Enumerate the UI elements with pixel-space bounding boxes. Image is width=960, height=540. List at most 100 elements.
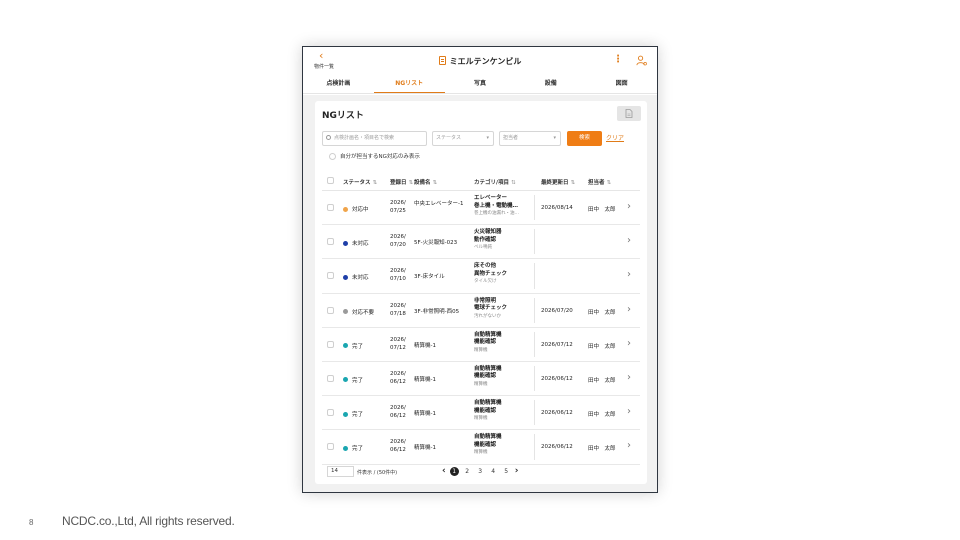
table-row[interactable]: 未対応 2026/07/20 5F-火災報知-023 火災報知器 動作確認 ベル鳴鈍…	[322, 225, 640, 260]
status-text: 完了	[352, 412, 364, 419]
item-note: 精算機	[474, 381, 488, 387]
divider	[534, 297, 535, 323]
assignee-name: 田中 太郎	[588, 412, 616, 419]
page-button-2[interactable]: 2	[463, 467, 472, 476]
status-dot	[343, 309, 348, 315]
status-badge: 未対応	[343, 239, 369, 247]
chevron-right-icon[interactable]: ›	[627, 269, 631, 280]
column-assignee[interactable]: 担当者 ⇅	[588, 178, 611, 186]
row-checkbox[interactable]	[327, 238, 334, 246]
date-year: 2026/	[390, 370, 406, 377]
column-equipment[interactable]: 設備名 ⇅	[414, 178, 437, 186]
assignee-name: 田中 太郎	[588, 309, 616, 316]
date-year: 2026/	[390, 405, 406, 412]
chevron-right-icon[interactable]: ›	[627, 406, 631, 417]
status-text: 完了	[352, 377, 364, 384]
column-status[interactable]: ステータス ⇅	[343, 178, 377, 186]
user-settings-icon[interactable]	[636, 55, 647, 66]
date-year: 2026/	[390, 268, 406, 275]
updated-date: 2026/07/12	[541, 341, 573, 348]
tab-drawings[interactable]: 図面	[586, 75, 657, 93]
table-row[interactable]: 対応中 2026/07/25 中央エレベーター-1 エレベーター 巻上機・電動機……	[322, 191, 640, 226]
sort-icon: ⇅	[432, 180, 438, 186]
search-icon	[326, 135, 331, 140]
chevron-right-icon[interactable]: ›	[627, 338, 631, 349]
table-row[interactable]: 完了 2026/06/12 精算機-1 自動精算機 機能確認 精算機 2026/06…	[322, 362, 640, 397]
tab-inspection-plan[interactable]: 点検計画	[303, 75, 374, 93]
select-all-checkbox[interactable]	[327, 177, 334, 184]
search-button[interactable]: 検索	[567, 131, 602, 146]
row-checkbox[interactable]	[327, 204, 334, 211]
assignee-select[interactable]: 担当者 ▾	[499, 131, 561, 146]
row-checkbox[interactable]	[327, 306, 334, 314]
ng-list-card: NGリスト 点検計画名・項目名で検索 ステータス ▾ 担当者 ▾ 検索 クリア …	[315, 101, 647, 484]
page-button-3[interactable]: 3	[476, 467, 485, 476]
row-checkbox[interactable]	[327, 340, 334, 348]
chevron-right-icon[interactable]: ›	[627, 235, 631, 246]
item-name: 機能確認	[474, 441, 497, 448]
category-name: 非常照明	[474, 297, 497, 304]
export-button[interactable]	[617, 106, 641, 121]
item-note: 精算機	[474, 450, 488, 456]
chevron-right-icon[interactable]: ›	[627, 440, 631, 451]
own-filter-label: 自分が担当するNG対応のみ表示	[340, 154, 420, 160]
copyright-text: NCDC.co.,Ltd, All rights reserved.	[62, 514, 235, 528]
row-checkbox[interactable]	[327, 272, 334, 280]
result-count: 件表示 / (50件中)	[357, 470, 398, 476]
row-checkbox[interactable]	[327, 374, 334, 382]
category-name: 自動精算機	[474, 365, 502, 372]
status-dot	[343, 206, 348, 212]
chevron-right-icon[interactable]: ›	[627, 201, 631, 212]
category-name: エレベーター	[474, 195, 508, 201]
page-button-1[interactable]: 1	[449, 466, 459, 476]
checkbox[interactable]	[329, 153, 336, 160]
page-button-5[interactable]: 5	[502, 467, 511, 476]
row-checkbox[interactable]	[327, 443, 334, 451]
more-vertical-icon[interactable]: ⋮	[613, 54, 623, 65]
table-row[interactable]: 未対応 2026/07/10 3F-床タイル 床その他 異物チェック タイル欠け ›	[322, 259, 640, 294]
table-row[interactable]: 完了 2026/06/12 精算機-1 自動精算機 機能確認 精算機 2026/06…	[322, 430, 640, 465]
page-button-4[interactable]: 4	[489, 467, 498, 476]
column-category-label: カテゴリ/項目	[474, 180, 510, 186]
chevron-right-icon[interactable]: ›	[627, 372, 631, 383]
status-select[interactable]: ステータス ▾	[432, 131, 494, 146]
registered-date: 2026/07/25	[390, 199, 408, 215]
column-category[interactable]: カテゴリ/項目 ⇅	[474, 178, 516, 186]
table-row[interactable]: 対応不要 2026/07/18 3F-非常照明-西05 非常照明 電球チェック 汚れ…	[322, 294, 640, 328]
chevron-right-icon[interactable]: ›	[627, 304, 631, 315]
clear-link[interactable]: クリア	[606, 131, 624, 146]
per-page-input[interactable]: 14	[327, 466, 354, 477]
tab-ng-list[interactable]: NGリスト	[373, 75, 445, 93]
date-year: 2026/	[390, 439, 406, 446]
column-updated[interactable]: 最終更新日 ⇅	[541, 178, 575, 186]
updated-date: 2026/06/12	[541, 444, 573, 451]
category-item: 自動精算機 機能確認 精算機	[474, 400, 534, 423]
chevron-left-icon[interactable]: ‹	[442, 466, 446, 476]
status-text: 対応中	[352, 207, 369, 213]
sort-icon: ⇅	[570, 180, 576, 186]
own-filter-checkbox[interactable]: 自分が担当するNG対応のみ表示	[329, 152, 420, 160]
status-dot	[343, 377, 348, 383]
column-registered[interactable]: 登録日 ⇅	[390, 178, 413, 186]
item-note: 精算機	[474, 347, 488, 353]
equipment-name: 精算機-1	[414, 342, 436, 349]
sort-icon: ⇅	[408, 180, 414, 186]
date-year: 2026/	[390, 234, 406, 241]
tab-equipment[interactable]: 設備	[515, 75, 586, 93]
row-checkbox[interactable]	[327, 409, 334, 417]
caret-down-icon: ▾	[486, 135, 489, 141]
table-row[interactable]: 完了 2026/07/12 精算機-1 自動精算機 機能確認 精算機 2026/07…	[322, 328, 640, 362]
date-day: 06/12	[390, 378, 406, 385]
category-name: 火災報知器	[474, 229, 502, 236]
divider	[534, 365, 535, 392]
category-item: 自動精算機 機能確認 精算機	[474, 366, 534, 389]
registered-date: 2026/06/12	[390, 404, 408, 420]
tab-photos[interactable]: 写真	[445, 75, 516, 93]
search-input[interactable]: 点検計画名・項目名で検索	[322, 131, 427, 146]
chevron-right-icon[interactable]: ›	[515, 466, 519, 476]
table-row[interactable]: 完了 2026/06/12 精算機-1 自動精算機 機能確認 精算機 2026/06…	[322, 396, 640, 431]
status-text: 完了	[352, 343, 364, 350]
date-day: 07/18	[390, 310, 406, 317]
table-body: 対応中 2026/07/25 中央エレベーター-1 エレベーター 巻上機・電動機……	[322, 191, 640, 465]
item-name: 機能確認	[474, 373, 497, 380]
